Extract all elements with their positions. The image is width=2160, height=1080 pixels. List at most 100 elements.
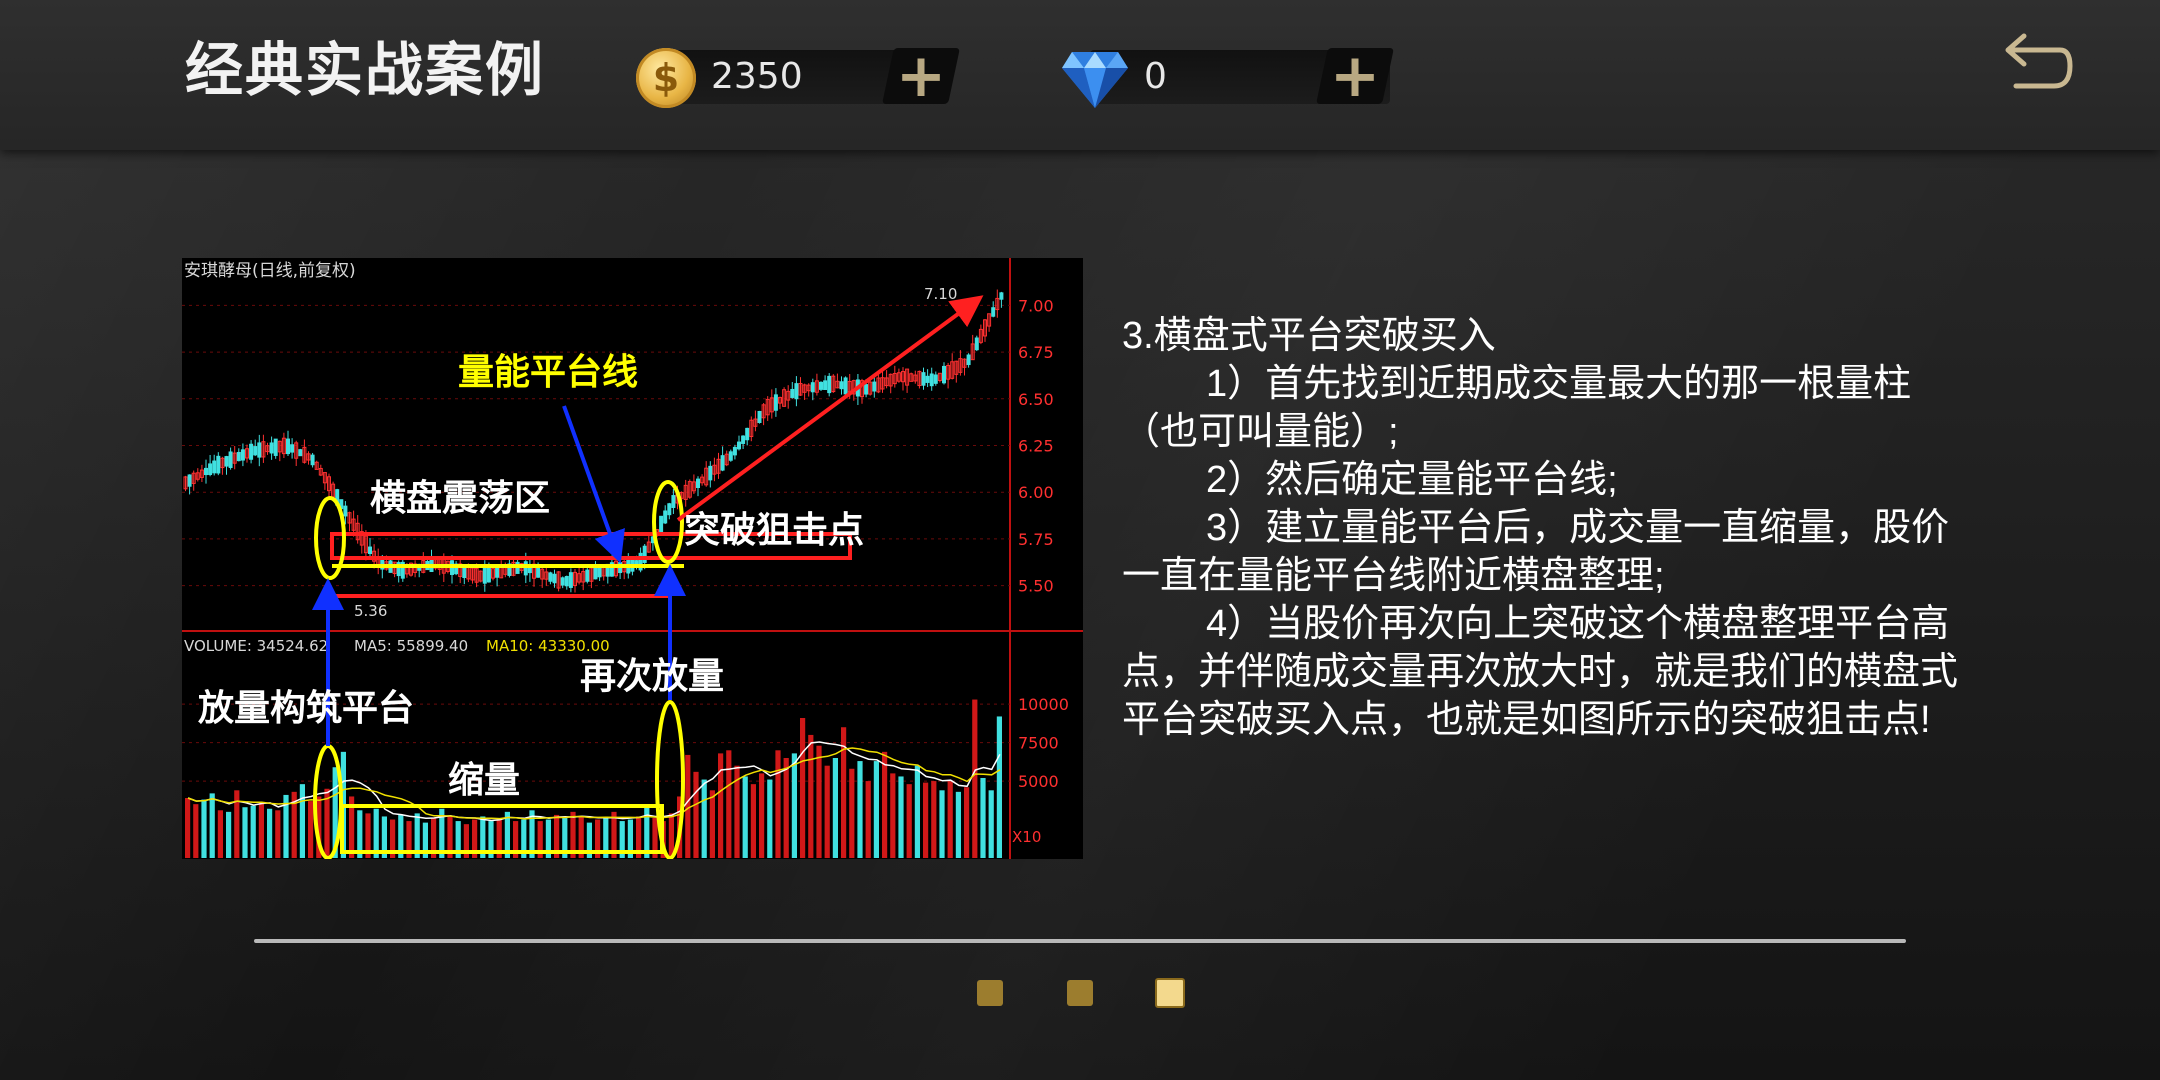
- coin-count: 2350: [711, 56, 803, 97]
- low-label: 5.36: [354, 602, 387, 620]
- page-dot-1[interactable]: [977, 980, 1003, 1006]
- volume-bar: [185, 798, 191, 858]
- explanation-item-4: 4）当股价再次向上突破这个横盘整理平台高点，并伴随成交量再次放大时，就是我们的横…: [1122, 603, 1959, 741]
- candle-body: [720, 455, 725, 471]
- candle-body: [548, 572, 553, 582]
- candle-body: [872, 381, 877, 392]
- candle-body: [933, 374, 938, 384]
- price-axis: 7.00 6.75 6.50 6.25 6.00 5.75 5.50: [1018, 296, 1054, 595]
- candle-body: [564, 576, 569, 587]
- candle-body: [773, 394, 778, 411]
- volume-bar: [685, 754, 691, 858]
- volume-bar: [898, 776, 904, 858]
- candle-body: [929, 373, 934, 387]
- volume-bar: [800, 718, 806, 858]
- page-dot-3[interactable]: [1155, 978, 1185, 1008]
- price-tick-label: 6.50: [1018, 390, 1054, 409]
- candle-body: [663, 510, 668, 524]
- candle-body: [253, 446, 258, 456]
- candle-body: [659, 515, 664, 534]
- volume-bar: [808, 734, 814, 858]
- volume-bar: [783, 758, 789, 858]
- price-tick-label: 7.00: [1018, 296, 1054, 315]
- back-arrow-icon[interactable]: [1994, 30, 2074, 100]
- gem-count: 0: [1144, 56, 1167, 97]
- candle-body: [642, 545, 647, 563]
- add-coins-button[interactable]: +: [882, 41, 960, 111]
- volume-bar: [217, 810, 223, 858]
- gem-icon: [1062, 52, 1128, 108]
- candle-body: [568, 572, 573, 588]
- volume-bar: [824, 765, 830, 858]
- candles: [183, 289, 1004, 593]
- candle-body: [745, 427, 750, 441]
- candle-body: [925, 375, 930, 383]
- candle-body: [269, 442, 274, 454]
- volume-bar: [226, 811, 232, 858]
- volume-axis: 10000 7500 5000: [1018, 695, 1069, 791]
- platform-line-label: 量能平台线: [458, 351, 638, 393]
- add-gems-button[interactable]: +: [1316, 41, 1394, 111]
- candle-body: [593, 567, 598, 580]
- page-indicator: [0, 978, 2160, 1010]
- price-tick-label: 5.75: [1018, 530, 1054, 549]
- volume-bar: [947, 781, 953, 858]
- volume-bar: [849, 768, 855, 858]
- candle-body: [204, 467, 208, 476]
- candle-body: [273, 438, 278, 456]
- candle-body: [966, 354, 971, 366]
- explanation-item-1: 1）首先找到近期成交量最大的那一根量柱（也可叫量能）;: [1122, 363, 1912, 453]
- candle-body: [212, 460, 217, 474]
- volume-bar: [242, 807, 248, 858]
- volume-bar: [201, 799, 207, 858]
- volume-bar: [267, 808, 273, 858]
- volume-bar: [832, 758, 838, 858]
- candle-body: [921, 372, 926, 386]
- candle-body: [523, 561, 528, 576]
- candle-body: [667, 503, 672, 516]
- page-dot-2[interactable]: [1067, 980, 1093, 1006]
- price-tick-label: 6.25: [1018, 437, 1054, 456]
- volume-tick-label: 10000: [1018, 695, 1069, 714]
- plus-icon: +: [895, 41, 947, 111]
- stock-chart: 7.00 6.75 6.50 6.25 6.00 5.75 5.50 10000 7500 50…: [182, 258, 1083, 859]
- candle-body: [187, 474, 192, 487]
- candle-body: [368, 546, 372, 554]
- plus-icon: +: [1329, 41, 1381, 111]
- candle-body: [236, 451, 241, 462]
- volume-bar: [693, 771, 699, 858]
- consolidation-label: 横盘震荡区: [370, 477, 550, 519]
- volume-tick-label: 7500: [1018, 734, 1059, 753]
- price-grid: [182, 304, 1010, 587]
- increase-again-label: 再次放量: [580, 655, 724, 697]
- volume-bar: [980, 778, 986, 858]
- stock-chart-svg: 7.00 6.75 6.50 6.25 6.00 5.75 5.50 10000 7500 50…: [182, 258, 1083, 859]
- candle-body: [991, 307, 996, 317]
- coin-balance: $ 2350 +: [636, 41, 960, 111]
- candle-body: [942, 365, 946, 384]
- volume-bar: [923, 782, 929, 858]
- volume-bar: [775, 750, 781, 858]
- candle-body: [208, 463, 213, 475]
- candle-body: [249, 443, 254, 460]
- candle-body: [737, 441, 741, 450]
- volume-bar: [873, 761, 879, 858]
- shrink-label: 缩量: [448, 759, 520, 801]
- candle-body: [708, 465, 713, 481]
- candle-body: [732, 446, 737, 456]
- volume-bar: [955, 791, 961, 858]
- candle-body: [482, 566, 487, 584]
- candle-body: [810, 382, 815, 393]
- volume-bar: [857, 761, 863, 858]
- volume-bar: [767, 779, 773, 858]
- volume-bar: [209, 793, 215, 858]
- candle-body: [974, 337, 979, 351]
- candle-body: [794, 383, 799, 400]
- candle-body: [696, 478, 700, 489]
- volume-bar: [791, 753, 797, 858]
- explanation-text: 3.横盘式平台突破买入 1）首先找到近期成交量最大的那一根量柱（也可叫量能）; …: [1122, 312, 1982, 744]
- volume-bar: [299, 784, 305, 858]
- candle-body: [290, 444, 295, 453]
- candle-body: [216, 455, 221, 474]
- volume-unit: X10: [1012, 828, 1041, 846]
